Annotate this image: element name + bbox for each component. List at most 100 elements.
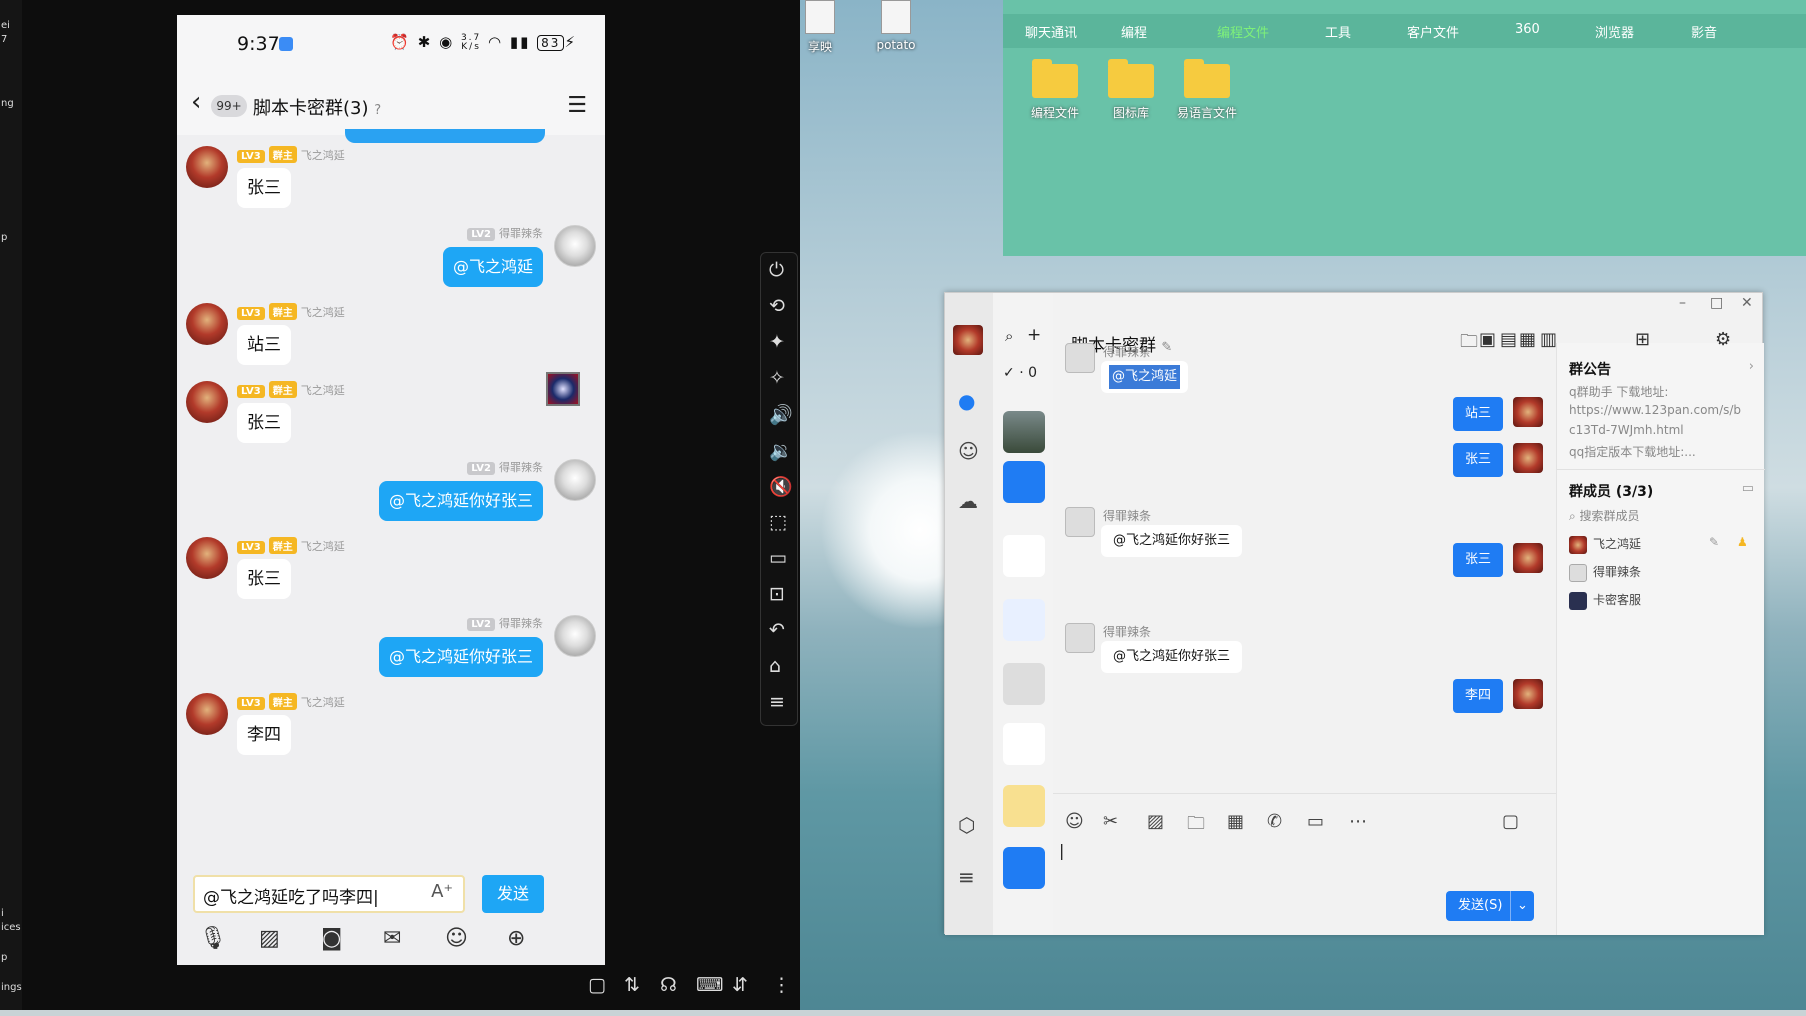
- desktop-icon-xiangying[interactable]: 享映: [784, 0, 856, 55]
- hamburger-menu-icon[interactable]: ☰: [567, 93, 587, 118]
- phone-icon[interactable]: ✆: [1267, 811, 1282, 832]
- folder-icon[interactable]: 🗀: [1187, 811, 1205, 841]
- screenshot-icon[interactable]: ⬚: [769, 511, 787, 533]
- camera-icon[interactable]: ◙: [321, 926, 342, 951]
- plus-icon[interactable]: ⊕: [507, 926, 525, 951]
- close-icon[interactable]: ✕: [1741, 295, 1753, 311]
- chat-avatar[interactable]: [186, 537, 228, 579]
- message-bubble[interactable]: @飞之鸿延你好张三: [1101, 525, 1243, 557]
- message-bubble[interactable]: 李四: [1452, 679, 1503, 713]
- conversation-item[interactable]: [1003, 599, 1045, 641]
- transfer-icon[interactable]: ⇅: [624, 974, 640, 996]
- conversation-item[interactable]: [1003, 663, 1045, 705]
- edit-icon[interactable]: ✎: [1709, 535, 1719, 549]
- send-button[interactable]: 发送(S) ⌄: [1446, 891, 1534, 921]
- undo-icon[interactable]: ↶: [769, 619, 785, 641]
- hamburger-menu-icon[interactable]: ≡: [958, 865, 975, 889]
- message-bubble[interactable]: 张三: [237, 403, 291, 443]
- cube-icon[interactable]: ⬡: [958, 813, 975, 837]
- settings-gear-icon[interactable]: ⚙: [1715, 329, 1731, 350]
- bulb-icon[interactable]: ✦: [769, 331, 785, 353]
- message-bubble[interactable]: 李四: [237, 715, 291, 755]
- chat-avatar[interactable]: [186, 381, 228, 423]
- message-avatar[interactable]: [1513, 443, 1543, 473]
- image-icon[interactable]: ▨: [259, 926, 280, 951]
- chat-avatar[interactable]: [186, 146, 228, 188]
- message-avatar[interactable]: [1065, 623, 1095, 653]
- conversation-item[interactable]: [1003, 535, 1045, 577]
- member-item[interactable]: 得罪辣条: [1569, 563, 1641, 582]
- document-icon[interactable]: ▤: [1500, 329, 1517, 350]
- layout-icon[interactable]: ▢: [588, 974, 606, 996]
- search-icon[interactable]: ⌕: [1005, 327, 1013, 345]
- chevron-down-icon[interactable]: ⌄: [1510, 891, 1534, 921]
- emoji-icon[interactable]: ☺: [1065, 811, 1084, 832]
- desktop-icon-potato[interactable]: potato: [860, 0, 932, 52]
- task-check-icon[interactable]: ✓ · 0: [1003, 365, 1037, 381]
- folder-tab[interactable]: 360: [1515, 22, 1540, 37]
- folder-item-easy-language[interactable]: 易语言文件: [1167, 59, 1247, 121]
- conversation-item[interactable]: [1003, 847, 1045, 889]
- image-icon[interactable]: ▨: [1147, 811, 1164, 832]
- rotate-icon[interactable]: ⟲: [769, 295, 785, 317]
- floating-avatar[interactable]: [546, 372, 580, 406]
- gallery-icon[interactable]: ▣: [1479, 329, 1496, 350]
- list-icon[interactable]: ≡: [769, 691, 785, 713]
- more-icon[interactable]: ⋯: [1349, 811, 1367, 832]
- message-bubble[interactable]: 张三: [237, 559, 291, 599]
- more-vertical-icon[interactable]: ⋮: [772, 974, 791, 996]
- message-avatar[interactable]: [1513, 679, 1543, 709]
- member-item[interactable]: 飞之鸿延 ✎ ♟: [1569, 535, 1748, 554]
- announcement-header[interactable]: 群公告: [1569, 359, 1611, 379]
- chat-avatar[interactable]: [186, 303, 228, 345]
- add-box-icon[interactable]: ⊞: [1635, 329, 1650, 350]
- book-icon[interactable]: ▥: [1540, 329, 1557, 350]
- maximize-icon[interactable]: □: [1710, 295, 1723, 311]
- volume-up-icon[interactable]: 🔊: [769, 403, 793, 426]
- power-icon[interactable]: ⏻: [769, 259, 784, 281]
- member-item[interactable]: 卡密客服: [1569, 591, 1641, 610]
- crop-icon[interactable]: ⊡: [769, 583, 785, 605]
- microphone-icon[interactable]: 🎙: [199, 926, 227, 951]
- chat-avatar[interactable]: [554, 225, 596, 267]
- folder-tab[interactable]: 工具: [1325, 22, 1351, 41]
- folder-tab[interactable]: 影音: [1691, 22, 1717, 41]
- invite-icon[interactable]: ▭: [1742, 481, 1754, 496]
- bulb-off-icon[interactable]: ✧: [769, 367, 785, 389]
- conversation-item[interactable]: [1003, 461, 1045, 503]
- cloud-icon[interactable]: ☁: [958, 489, 978, 513]
- chat-avatar[interactable]: [186, 693, 228, 735]
- message-bubble[interactable]: @飞之鸿延你好张三: [378, 637, 543, 677]
- scissors-icon[interactable]: ✂: [1103, 811, 1118, 832]
- headset-icon[interactable]: ☊: [660, 974, 677, 996]
- mute-icon[interactable]: 🔇: [769, 475, 793, 498]
- gift-icon[interactable]: ▦: [1227, 811, 1244, 832]
- user-avatar[interactable]: [953, 325, 983, 355]
- emoji-icon[interactable]: ☺: [445, 926, 468, 951]
- send-button[interactable]: 发送: [482, 875, 544, 913]
- chat-bubble-icon[interactable]: ●: [958, 389, 975, 413]
- conversation-item[interactable]: [1003, 723, 1045, 765]
- red-packet-icon[interactable]: ✉: [383, 926, 401, 951]
- folder-tab[interactable]: 编程文件: [1217, 22, 1269, 41]
- message-editor[interactable]: |: [1059, 841, 1539, 881]
- message-avatar[interactable]: [1065, 343, 1095, 373]
- chat-history-icon[interactable]: ▢: [1502, 811, 1519, 832]
- add-icon[interactable]: +: [1027, 325, 1041, 345]
- message-bubble[interactable]: 张三: [1452, 543, 1503, 577]
- member-search[interactable]: ⌕ 搜索群成员: [1569, 507, 1640, 524]
- message-bubble[interactable]: @飞之鸿延: [1101, 361, 1189, 393]
- folder-icon[interactable]: 🗀: [1460, 329, 1478, 359]
- record-icon[interactable]: ▭: [769, 547, 787, 569]
- folder-tab[interactable]: 浏览器: [1595, 22, 1634, 41]
- volume-down-icon[interactable]: 🔉: [769, 439, 793, 462]
- folder-tab[interactable]: 聊天通讯: [1025, 22, 1077, 41]
- keyboard-icon[interactable]: ⌨: [696, 974, 723, 996]
- chat-avatar[interactable]: [554, 615, 596, 657]
- chat-avatar[interactable]: [554, 459, 596, 501]
- folder-tab[interactable]: 客户文件: [1407, 22, 1459, 41]
- message-bubble[interactable]: 站三: [1452, 397, 1503, 431]
- message-avatar[interactable]: [1513, 397, 1543, 427]
- folder-tab[interactable]: 编程: [1121, 22, 1147, 41]
- minimize-icon[interactable]: –: [1679, 295, 1686, 311]
